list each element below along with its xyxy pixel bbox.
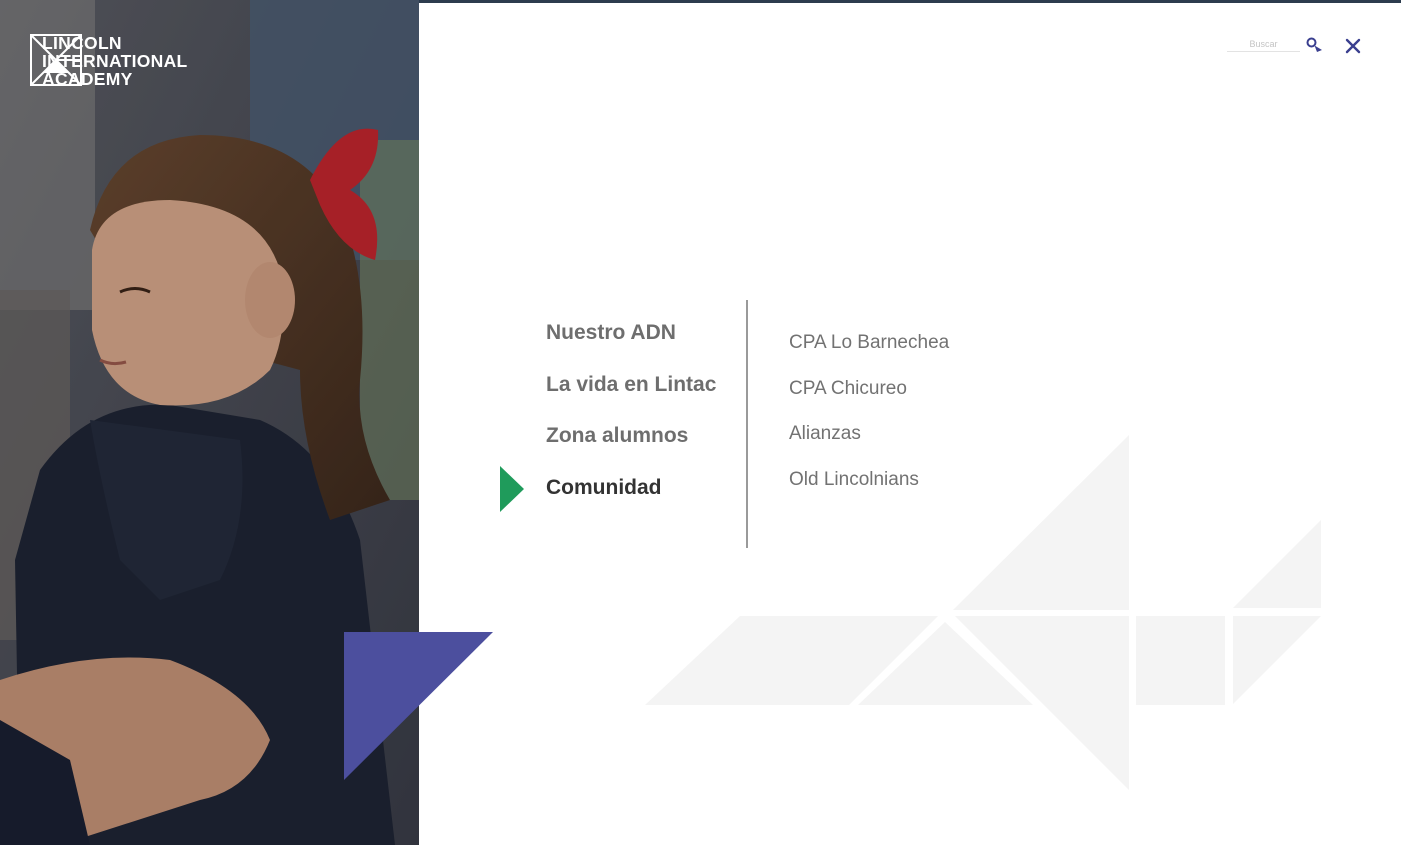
top-border: [419, 0, 1401, 3]
hero-photo: LINCOLN INTERNATIONAL ACADEMY: [0, 0, 419, 845]
submenu-item-old-lincolnians[interactable]: Old Lincolnians: [789, 465, 949, 511]
logo-mark-icon: [30, 34, 82, 86]
sub-menu: CPA Lo Barnechea CPA Chicureo Alianzas O…: [789, 328, 949, 511]
search-input[interactable]: [1227, 37, 1300, 52]
close-icon[interactable]: [1343, 36, 1363, 56]
menu-item-la-vida-en-lintac[interactable]: La vida en Lintac: [546, 367, 716, 419]
menu-item-comunidad[interactable]: Comunidad: [546, 470, 716, 522]
submenu-item-alianzas[interactable]: Alianzas: [789, 419, 949, 465]
menu-item-zona-alumnos[interactable]: Zona alumnos: [546, 418, 716, 470]
active-indicator-icon: [500, 466, 524, 512]
main-menu: Nuestro ADN La vida en Lintac Zona alumn…: [546, 315, 716, 521]
submenu-item-cpa-lo-barnechea[interactable]: CPA Lo Barnechea: [789, 328, 949, 374]
submenu-item-cpa-chicureo[interactable]: CPA Chicureo: [789, 374, 949, 420]
menu-item-nuestro-adn[interactable]: Nuestro ADN: [546, 315, 716, 367]
search-icon[interactable]: [1305, 36, 1325, 56]
brand-logo[interactable]: LINCOLN INTERNATIONAL ACADEMY: [30, 34, 188, 88]
menu-divider: [746, 300, 748, 548]
